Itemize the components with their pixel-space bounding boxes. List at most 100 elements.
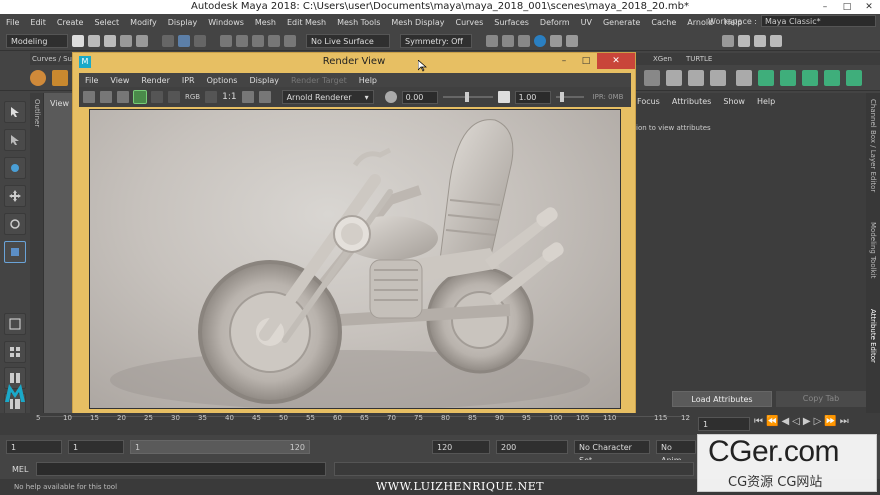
redo-render-icon[interactable] [83, 91, 95, 103]
menu-file[interactable]: File [6, 18, 19, 27]
snap-point-icon[interactable] [252, 34, 264, 47]
new-scene-icon[interactable] [72, 34, 84, 47]
range-bar[interactable]: 1 120 [130, 440, 310, 454]
maximize-icon[interactable]: □ [575, 53, 597, 69]
polygon-cube-icon[interactable] [52, 70, 68, 86]
character-set-dropdown[interactable]: No Character Set [574, 440, 650, 465]
shelf-tool-icon[interactable] [666, 70, 682, 86]
step-forward-key-icon[interactable]: ⏩ [824, 416, 836, 427]
menu-curves[interactable]: Curves [455, 18, 483, 27]
attr-tab-help[interactable]: Help [757, 97, 775, 106]
symmetry-dropdown[interactable]: Symmetry: Off [400, 33, 472, 48]
paint-select-icon[interactable] [4, 157, 26, 179]
render-view-icon[interactable] [550, 34, 562, 47]
step-back-icon[interactable]: ◀ [781, 416, 789, 427]
move-tool-icon[interactable] [4, 185, 26, 207]
rv-menu-options[interactable]: Options [207, 76, 238, 85]
menu-cache[interactable]: Cache [651, 18, 676, 27]
rotate-tool-icon[interactable] [4, 213, 26, 235]
gamma-slider[interactable] [555, 92, 584, 102]
panel-layout-icon[interactable] [738, 34, 750, 47]
scale-tool-icon[interactable] [4, 241, 26, 263]
quad-layout-icon[interactable] [4, 313, 26, 335]
shelf-tool-icon[interactable] [802, 70, 818, 86]
hypershade-icon[interactable] [534, 34, 546, 47]
exposure-slider[interactable] [442, 92, 493, 102]
shelf-tool-icon[interactable] [710, 70, 726, 86]
playback-start-field[interactable]: 1 [68, 440, 124, 454]
step-forward-icon[interactable]: ▷ [814, 416, 822, 427]
modeling-toolkit-tab[interactable]: Modeling Toolkit [869, 222, 877, 278]
shelf-tab-turtle[interactable]: TURTLE [686, 53, 712, 65]
attr-tab-focus[interactable]: Focus [637, 97, 660, 106]
pause-ipr-icon[interactable] [566, 34, 578, 47]
render-settings-icon[interactable] [518, 34, 530, 47]
snap-view-icon[interactable] [268, 34, 280, 47]
attr-tab-attributes[interactable]: Attributes [672, 97, 712, 106]
outliner-tab[interactable]: Outliner [33, 99, 41, 127]
menu-generate[interactable]: Generate [603, 18, 640, 27]
rv-menu-file[interactable]: File [85, 76, 98, 85]
attr-tab-show[interactable]: Show [723, 97, 745, 106]
snap-surface-icon[interactable] [284, 34, 296, 47]
rgb-channel-label[interactable]: RGB [185, 93, 200, 101]
ipr-icon[interactable] [100, 91, 112, 103]
save-scene-icon[interactable] [104, 34, 116, 47]
minimize-icon[interactable]: – [553, 53, 575, 69]
menu-edit[interactable]: Edit [30, 18, 46, 27]
rv-menu-render-target[interactable]: Render Target [291, 76, 347, 85]
menu-select[interactable]: Select [94, 18, 119, 27]
rendered-image[interactable] [89, 109, 621, 409]
select-hierarchy-icon[interactable] [162, 34, 174, 47]
shelf-tool-icon[interactable] [780, 70, 796, 86]
shelf-tab-curves[interactable]: Curves / Sur [30, 55, 75, 63]
render-view-titlebar[interactable]: M Render View – □ ✕ [73, 53, 635, 71]
viewport-view-menu[interactable]: View [50, 99, 69, 108]
menu-display[interactable]: Display [168, 18, 198, 27]
zoom-icon[interactable] [241, 91, 254, 103]
shelf-tool-icon[interactable] [644, 70, 660, 86]
shelf-tool-icon[interactable] [758, 70, 774, 86]
shelf-tool-icon[interactable] [846, 70, 862, 86]
animation-end-field[interactable]: 200 [496, 440, 568, 454]
exposure-slider-handle[interactable] [464, 92, 469, 102]
grid-layout-icon[interactable] [754, 34, 766, 47]
load-attributes-button[interactable]: Load Attributes [672, 391, 772, 407]
select-tool-icon[interactable] [4, 101, 26, 123]
channel-toggle-icon[interactable] [205, 91, 218, 103]
rv-menu-help[interactable]: Help [359, 76, 377, 85]
play-forward-icon[interactable]: ▶ [803, 416, 811, 427]
ipr-render-icon[interactable] [502, 34, 514, 47]
layout-icon[interactable] [722, 34, 734, 47]
rv-menu-render[interactable]: Render [141, 76, 169, 85]
render-frame-icon[interactable] [486, 34, 498, 47]
menu-surfaces[interactable]: Surfaces [494, 18, 529, 27]
gamma-field[interactable]: 1.00 [514, 90, 551, 104]
four-view-layout-icon[interactable] [4, 341, 26, 363]
menuset-dropdown[interactable]: Modeling [6, 33, 68, 48]
select-component-icon[interactable] [194, 34, 206, 47]
snap-grid-icon[interactable] [220, 34, 232, 47]
menu-create[interactable]: Create [57, 18, 84, 27]
attribute-editor-tab[interactable]: Attribute Editor [869, 309, 877, 363]
menu-mesh-display[interactable]: Mesh Display [391, 18, 444, 27]
shelf-tool-icon[interactable] [736, 70, 752, 86]
rv-menu-view[interactable]: View [110, 76, 129, 85]
channel-box-tab[interactable]: Channel Box / Layer Editor [869, 99, 877, 192]
menu-windows[interactable]: Windows [208, 18, 244, 27]
renderer-dropdown[interactable]: Arnold Renderer ▾ [281, 90, 374, 104]
polygon-sphere-icon[interactable] [30, 70, 46, 86]
shelf-tab-xgen[interactable]: XGen [653, 53, 672, 65]
workspace-dropdown[interactable]: Maya Classic* [761, 15, 876, 27]
rv-menu-ipr[interactable]: IPR [182, 76, 195, 85]
ratio-button[interactable]: 1:1 [222, 92, 236, 102]
lasso-tool-icon[interactable] [4, 129, 26, 151]
frame-all-icon[interactable] [258, 91, 271, 103]
toggle-panel-icon[interactable] [770, 34, 782, 47]
current-frame-field[interactable]: 1 [698, 417, 750, 431]
menu-deform[interactable]: Deform [540, 18, 570, 27]
live-surface-field[interactable]: No Live Surface [306, 33, 390, 48]
close-icon[interactable]: ✕ [858, 0, 880, 14]
go-to-start-icon[interactable]: ⏮ [754, 416, 763, 427]
playback-end-field[interactable]: 120 [432, 440, 490, 454]
